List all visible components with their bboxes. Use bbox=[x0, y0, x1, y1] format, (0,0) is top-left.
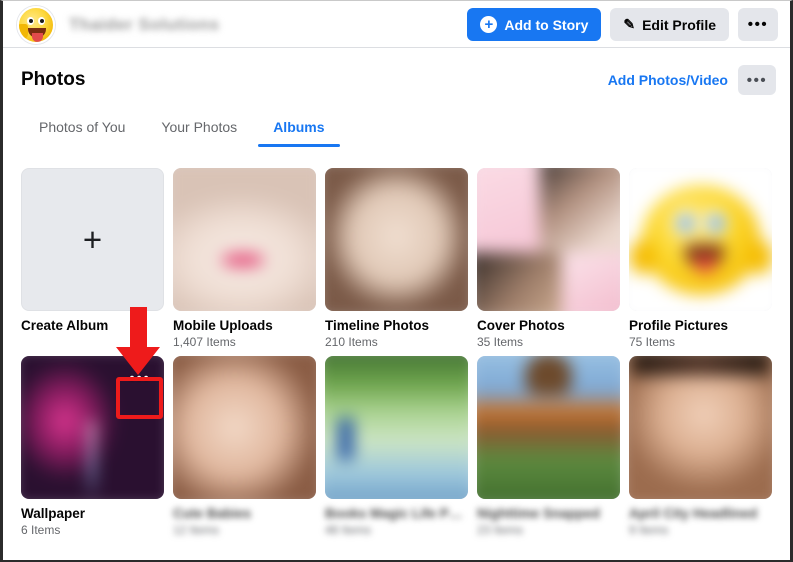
album-title: April City Headlined bbox=[629, 506, 758, 521]
album-card-cover-photos[interactable]: Cover Photos 35 Items bbox=[477, 168, 620, 349]
profile-name[interactable]: Thaider Solutions bbox=[69, 15, 219, 35]
album-title: Nighttime Snapped bbox=[477, 506, 601, 521]
browser-window-frame: Thaider Solutions + Add to Story ✎ Edit … bbox=[0, 0, 793, 562]
album-title: Cover Photos bbox=[477, 318, 565, 333]
add-to-story-label: Add to Story bbox=[504, 16, 589, 33]
album-item-count: 210 Items bbox=[325, 335, 378, 349]
tab-your-photos[interactable]: Your Photos bbox=[143, 109, 255, 147]
album-item-count: 1,407 Items bbox=[173, 335, 236, 349]
ellipsis-icon: ••• bbox=[747, 16, 769, 33]
profile-topbar: Thaider Solutions + Add to Story ✎ Edit … bbox=[3, 1, 790, 48]
album-cover-image bbox=[629, 356, 772, 499]
album-thumbnail[interactable] bbox=[629, 168, 772, 311]
album-thumbnail[interactable]: ••• bbox=[21, 356, 164, 499]
album-item-count: 48 Items bbox=[325, 523, 372, 537]
album-card-8[interactable]: Nighttime Snapped 23 Items bbox=[477, 356, 620, 537]
album-thumbnail[interactable] bbox=[477, 168, 620, 311]
add-photos-video-link[interactable]: Add Photos/Video bbox=[608, 72, 728, 88]
tab-label: Your Photos bbox=[161, 119, 238, 135]
album-menu-button-wallpaper[interactable]: ••• bbox=[125, 366, 155, 390]
tab-label: Albums bbox=[273, 119, 325, 135]
avatar-left-eye bbox=[27, 16, 34, 25]
album-card-create[interactable]: + Create Album bbox=[21, 168, 164, 349]
ellipsis-icon: ••• bbox=[746, 71, 768, 89]
plus-circle-icon: + bbox=[480, 16, 498, 33]
albums-grid: + Create Album Mobile Uploads 1,407 Item… bbox=[21, 168, 783, 537]
album-item-count: 35 Items bbox=[477, 335, 524, 349]
edit-profile-button[interactable]: ✎ Edit Profile bbox=[610, 8, 729, 41]
album-title: Timeline Photos bbox=[325, 318, 430, 333]
avatar-tongue bbox=[32, 32, 43, 42]
album-title: Create Album bbox=[21, 318, 109, 333]
album-card-mobile-uploads[interactable]: Mobile Uploads 1,407 Items bbox=[173, 168, 316, 349]
create-album-thumbnail[interactable]: + bbox=[21, 168, 164, 311]
album-title: Mobile Uploads bbox=[173, 318, 273, 333]
album-card-6[interactable]: Cute Babies 12 Items bbox=[173, 356, 316, 537]
tab-photos-of-you[interactable]: Photos of You bbox=[21, 109, 143, 147]
album-cover-image bbox=[629, 168, 772, 311]
album-card-timeline-photos[interactable]: Timeline Photos 210 Items bbox=[325, 168, 468, 349]
album-thumbnail[interactable] bbox=[629, 356, 772, 499]
pencil-icon: ✎ bbox=[623, 15, 636, 32]
album-item-count: 6 Items bbox=[21, 523, 61, 537]
edit-profile-label: Edit Profile bbox=[642, 16, 716, 33]
photos-card-header-actions: Add Photos/Video ••• bbox=[608, 65, 776, 95]
smiley-emoji-icon bbox=[629, 184, 772, 295]
album-cover-image bbox=[477, 168, 620, 311]
album-title: Profile Pictures bbox=[629, 318, 729, 333]
add-to-story-button[interactable]: + Add to Story bbox=[467, 8, 602, 41]
album-title: Cute Babies bbox=[173, 506, 252, 521]
profile-avatar[interactable] bbox=[17, 5, 55, 44]
profile-more-options-button[interactable]: ••• bbox=[738, 8, 778, 41]
album-item-count: 75 Items bbox=[629, 335, 676, 349]
album-item-count: 23 Items bbox=[477, 523, 524, 537]
album-cover-image bbox=[173, 168, 316, 311]
album-title: Books Magic Life Photos bbox=[325, 506, 468, 521]
album-cover-image bbox=[325, 356, 468, 499]
tab-label: Photos of You bbox=[39, 119, 126, 135]
album-thumbnail[interactable] bbox=[325, 356, 468, 499]
tab-albums[interactable]: Albums bbox=[255, 109, 342, 147]
avatar-hand-shape bbox=[19, 23, 28, 39]
ellipsis-icon: ••• bbox=[129, 369, 151, 387]
album-card-profile-pictures[interactable]: Profile Pictures 75 Items bbox=[629, 168, 772, 349]
album-title: Wallpaper bbox=[21, 506, 86, 521]
profile-actions: + Add to Story ✎ Edit Profile ••• bbox=[467, 8, 778, 41]
album-card-7[interactable]: Books Magic Life Photos 48 Items bbox=[325, 356, 468, 537]
album-cover-image bbox=[173, 356, 316, 499]
page-title: Photos bbox=[21, 69, 86, 90]
album-thumbnail[interactable] bbox=[173, 168, 316, 311]
album-item-count: 12 Items bbox=[173, 523, 220, 537]
album-cover-image bbox=[325, 168, 468, 311]
album-card-wallpaper[interactable]: ••• Wallpaper 6 Items bbox=[21, 356, 164, 537]
facebook-photos-page: Thaider Solutions + Add to Story ✎ Edit … bbox=[3, 1, 790, 557]
album-thumbnail[interactable] bbox=[173, 356, 316, 499]
photos-card: Photos Add Photos/Video ••• Photos of Yo… bbox=[3, 49, 790, 557]
photos-more-options-button[interactable]: ••• bbox=[738, 65, 776, 95]
photos-tabs: Photos of You Your Photos Albums bbox=[3, 109, 790, 147]
avatar-right-eye bbox=[38, 16, 45, 25]
plus-icon: + bbox=[82, 221, 103, 258]
album-cover-image bbox=[477, 356, 620, 499]
photos-card-header: Photos Add Photos/Video ••• bbox=[3, 49, 790, 95]
album-thumbnail[interactable] bbox=[477, 356, 620, 499]
album-thumbnail[interactable] bbox=[325, 168, 468, 311]
album-card-9[interactable]: April City Headlined 9 Items bbox=[629, 356, 772, 537]
album-item-count: 9 Items bbox=[629, 523, 669, 537]
